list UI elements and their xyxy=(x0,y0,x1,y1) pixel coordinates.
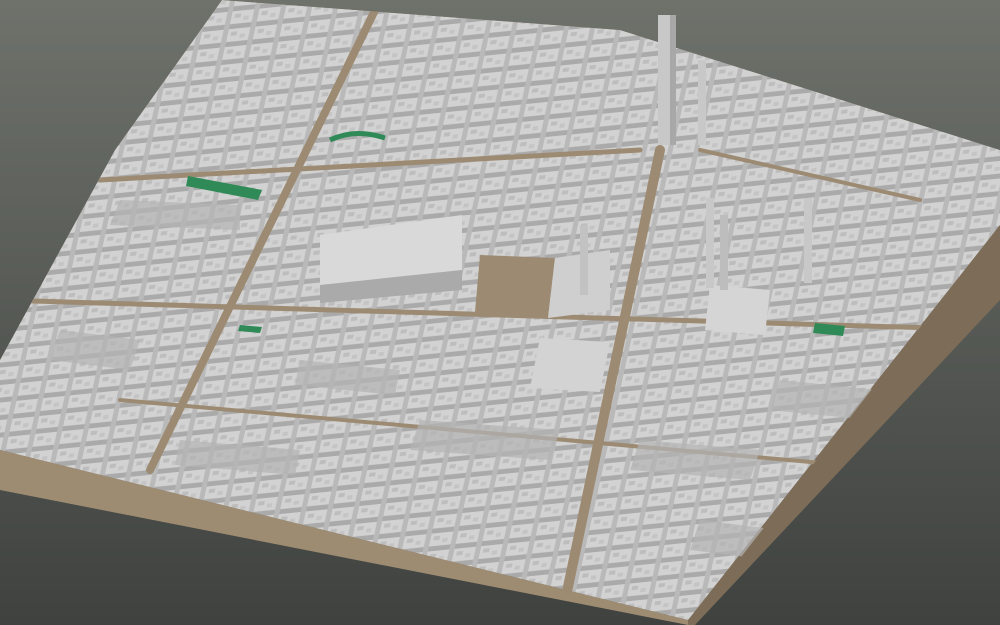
east-block-roof xyxy=(705,285,770,335)
city-model-viewport[interactable] xyxy=(0,0,1000,625)
tall-tower-north-shade xyxy=(670,15,676,145)
tower-east-c xyxy=(804,198,812,283)
plaza-building xyxy=(548,250,610,318)
tower-east-b xyxy=(706,198,714,288)
central-plaza xyxy=(475,255,555,318)
tower-mid xyxy=(720,215,728,290)
tower-west xyxy=(580,225,588,295)
tower-east-a xyxy=(698,60,706,145)
south-block-roof xyxy=(530,338,610,392)
city-model-scene xyxy=(0,0,1000,625)
